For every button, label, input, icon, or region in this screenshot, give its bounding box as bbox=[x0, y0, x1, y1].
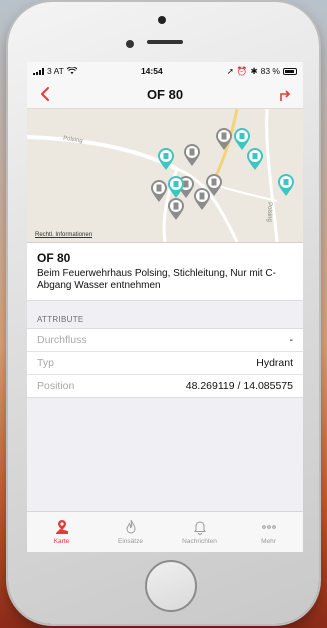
legal-info-link[interactable]: Rechtl. Informationen bbox=[35, 232, 92, 238]
map-roads bbox=[27, 109, 279, 242]
building-pin-icon[interactable] bbox=[167, 197, 185, 221]
hydrant-info-card: OF 80 Beim Feuerwehrhaus Polsing, Stichl… bbox=[27, 243, 303, 301]
attribute-value: Hydrant bbox=[256, 357, 293, 369]
tab-karte[interactable]: Karte bbox=[27, 512, 96, 552]
attributes-list: Durchfluss - Typ Hydrant Position 48.269… bbox=[27, 328, 303, 398]
tab-nachrichten[interactable]: Nachrichten bbox=[165, 512, 234, 552]
attribute-row-flow: Durchfluss - bbox=[27, 329, 303, 352]
building-pin-icon[interactable] bbox=[215, 127, 233, 151]
bell-icon bbox=[193, 521, 206, 535]
app-screen: 3 AT 14:54 ➚ ⏰ ✱ 83 % OF 80 Polsing Pols… bbox=[27, 62, 303, 552]
carrier-label: 3 AT bbox=[47, 66, 64, 76]
nav-bar: OF 80 bbox=[27, 80, 303, 109]
tab-mehr[interactable]: Mehr bbox=[234, 512, 303, 552]
attribute-key: Position bbox=[37, 380, 75, 392]
alarm-icon: ⏰ bbox=[236, 65, 248, 76]
map-view[interactable]: Polsing Polsing Rechtl. Informationen bbox=[27, 109, 303, 243]
chevron-left-icon bbox=[41, 87, 49, 101]
status-bar: 3 AT 14:54 ➚ ⏰ ✱ 83 % bbox=[27, 62, 303, 80]
attribute-value: 48.269119 / 14.085575 bbox=[185, 380, 293, 392]
home-button[interactable] bbox=[145, 560, 197, 612]
attribute-row-position: Position 48.269119 / 14.085575 bbox=[27, 375, 303, 397]
map-pin-icon bbox=[55, 520, 68, 534]
signal-icon bbox=[33, 67, 44, 75]
hydrant-name: OF 80 bbox=[37, 251, 71, 265]
battery-icon bbox=[282, 67, 297, 75]
hydrant-pin-icon[interactable] bbox=[167, 175, 185, 199]
attribute-value: - bbox=[289, 334, 294, 346]
tab-label: Einsätze bbox=[118, 538, 143, 545]
location-arrow-icon: ➚ bbox=[226, 65, 234, 76]
wifi-icon bbox=[66, 67, 77, 74]
front-camera bbox=[126, 40, 134, 48]
tab-label: Mehr bbox=[261, 538, 276, 545]
clock: 14:54 bbox=[140, 66, 163, 76]
speaker-grille bbox=[147, 40, 183, 44]
hydrant-pin-icon[interactable] bbox=[157, 147, 175, 171]
hydrant-pin-icon[interactable] bbox=[246, 147, 264, 171]
flame-icon bbox=[125, 519, 136, 534]
attributes-header: ATTRIBUTE bbox=[37, 315, 84, 324]
tab-einsaetze[interactable]: Einsätze bbox=[96, 512, 165, 552]
attribute-row-type: Typ Hydrant bbox=[27, 352, 303, 375]
camera-dot bbox=[158, 16, 166, 24]
hydrant-pin-icon[interactable] bbox=[277, 173, 295, 197]
building-pin-icon[interactable] bbox=[183, 143, 201, 167]
tab-label: Karte bbox=[53, 538, 70, 545]
back-button[interactable] bbox=[35, 84, 55, 104]
page-title: OF 80 bbox=[146, 86, 184, 102]
attribute-key: Typ bbox=[37, 357, 54, 369]
directions-button[interactable] bbox=[275, 84, 295, 104]
battery-percent: 83 % bbox=[260, 66, 280, 76]
more-icon bbox=[261, 525, 276, 529]
road-label: Polsing bbox=[265, 202, 272, 222]
building-pin-icon[interactable] bbox=[150, 179, 168, 203]
attribute-key: Durchfluss bbox=[37, 334, 87, 346]
tab-label: Nachrichten bbox=[182, 538, 217, 545]
tab-bar: Karte Einsätze Nachrichten Mehr bbox=[27, 511, 303, 552]
turn-directions-icon bbox=[280, 90, 291, 101]
bluetooth-icon: ✱ bbox=[250, 65, 258, 76]
hydrant-description: Beim Feuerwehrhaus Polsing, Stichleitung… bbox=[37, 268, 276, 291]
building-pin-icon[interactable] bbox=[193, 187, 211, 211]
